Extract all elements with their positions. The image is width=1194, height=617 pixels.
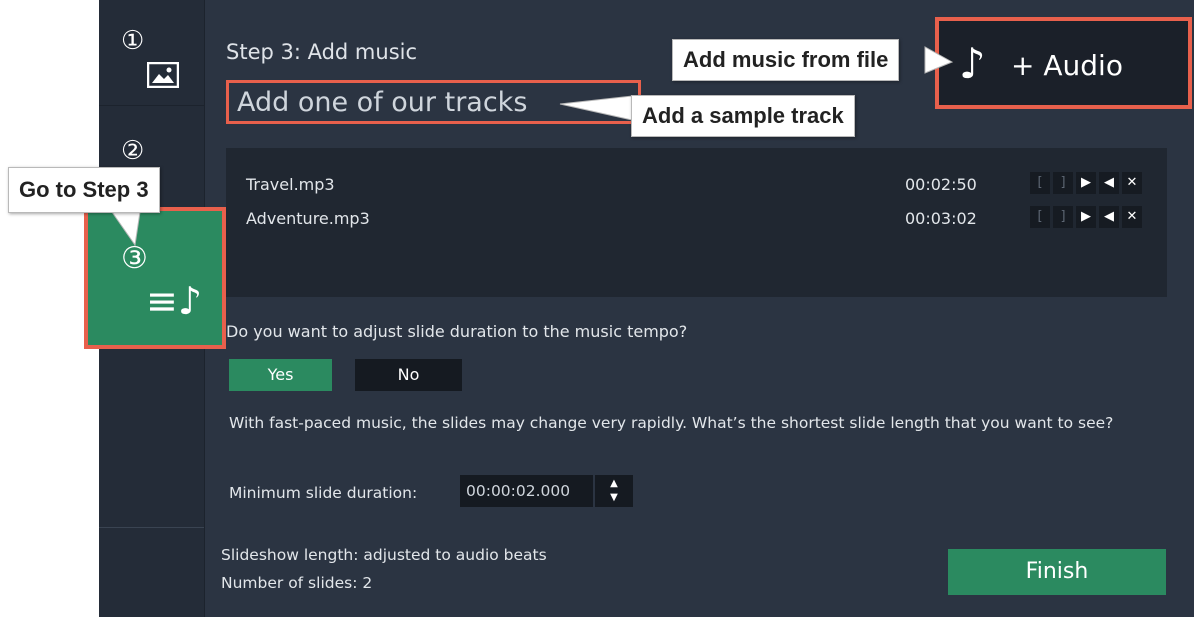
callout-go-to-step-3: Go to Step 3	[8, 167, 160, 213]
callout-add-music-from-file: Add music from file	[672, 39, 900, 81]
from-file-pointer	[924, 46, 954, 74]
go-step3-pointer	[111, 211, 141, 247]
callout-pointers	[111, 46, 954, 247]
sample-pointer	[559, 95, 633, 121]
callout-add-sample-track: Add a sample track	[631, 95, 855, 137]
